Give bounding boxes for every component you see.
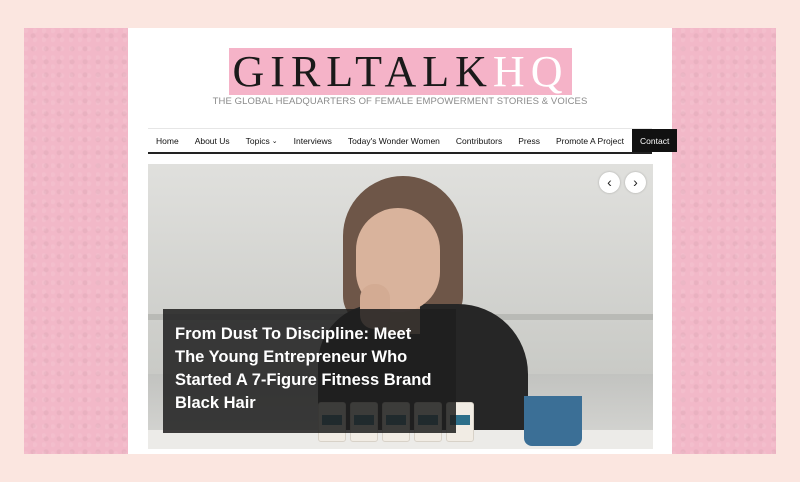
nav-home[interactable]: Home (148, 129, 187, 152)
chevron-right-icon[interactable]: › (625, 172, 646, 193)
main-nav: Home About Us Topics ⌄ Interviews Today's… (148, 128, 678, 154)
nav-contact[interactable]: Contact (632, 129, 678, 152)
nav-about[interactable]: About Us (187, 129, 238, 152)
nav-promote-project[interactable]: Promote A Project (548, 129, 632, 152)
nav-wonder-women[interactable]: Today's Wonder Women (340, 129, 448, 152)
slide-headline[interactable]: From Dust To Discipline: Meet The Young … (163, 309, 456, 433)
nav-interviews[interactable]: Interviews (286, 129, 340, 152)
nav-topics[interactable]: Topics ⌄ (238, 129, 286, 152)
site-logo[interactable]: GIRLTALK HQ (229, 48, 572, 95)
nav-topics-label: Topics (245, 135, 270, 146)
nav-press[interactable]: Press (510, 129, 548, 152)
page-container: GIRLTALK HQ THE GLOBAL HEADQUARTERS OF FE… (128, 28, 678, 454)
logo-main-text: GIRLTALK (232, 48, 493, 95)
chevron-down-icon: ⌄ (271, 137, 278, 145)
nav-contributors[interactable]: Contributors (448, 129, 510, 152)
featured-slider[interactable]: From Dust To Discipline: Meet The Young … (148, 164, 653, 449)
site-tagline: THE GLOBAL HEADQUARTERS OF FEMALE EMPOWE… (212, 96, 588, 107)
hero-photo-cup (524, 396, 582, 446)
logo-hq-text: HQ (492, 48, 569, 95)
chevron-left-icon[interactable]: ‹ (599, 172, 620, 193)
